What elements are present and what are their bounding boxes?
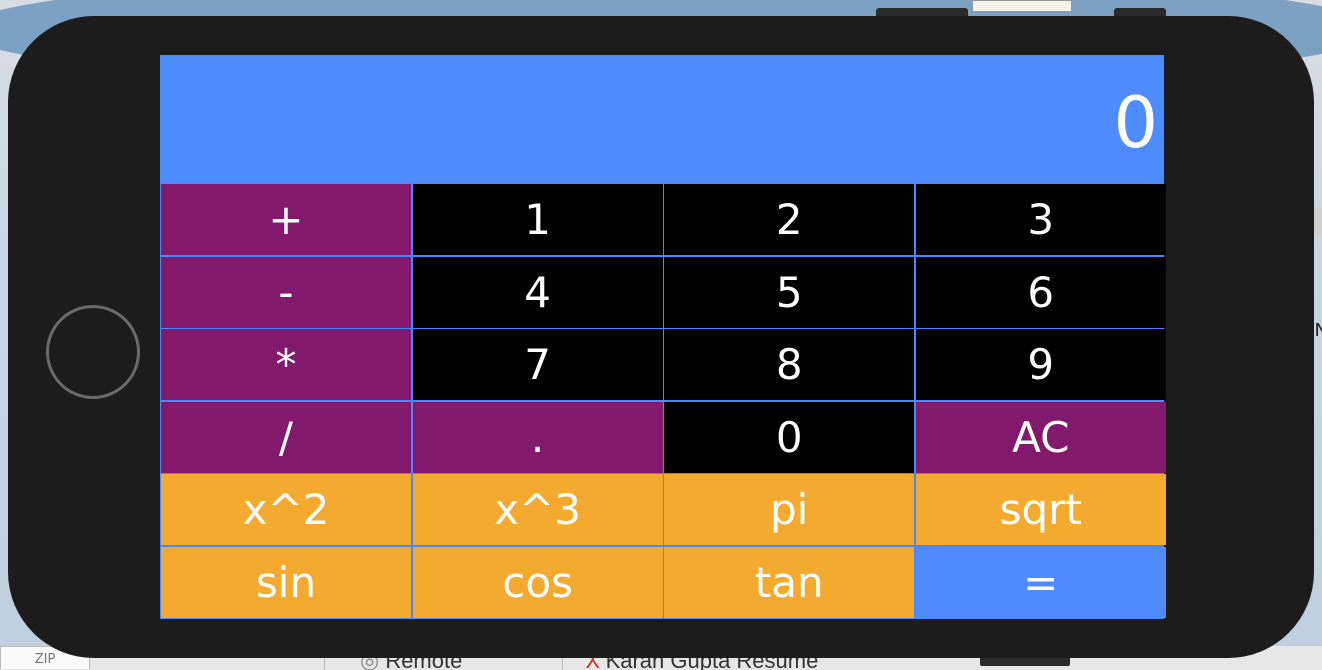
clear-button[interactable]: AC [915,401,1166,473]
digit-4-button[interactable]: 4 [412,256,663,328]
sqrt-button[interactable]: sqrt [915,474,1166,546]
cos-button[interactable]: cos [412,546,663,618]
digit-3-button[interactable]: 3 [915,184,1166,255]
equals-button[interactable]: = [915,546,1166,618]
sin-button[interactable]: sin [161,546,411,618]
calculator-screen: 0 + 1 2 3 - 4 5 6 * 7 8 9 / . 0 AC x^2 x… [160,55,1166,619]
desktop-edge-text: N [1314,320,1322,341]
plus-button[interactable]: + [161,184,411,255]
display-value: 0 [1113,82,1158,164]
home-button[interactable] [46,305,140,399]
desktop-thumbnail [972,0,1072,12]
multiply-button[interactable]: * [161,329,411,401]
digit-9-button[interactable]: 9 [915,329,1166,401]
digit-5-button[interactable]: 5 [664,256,915,328]
keypad: + 1 2 3 - 4 5 6 * 7 8 9 / . 0 AC x^2 x^3… [160,183,1166,619]
decimal-button[interactable]: . [412,401,663,473]
digit-1-button[interactable]: 1 [412,184,663,255]
digit-8-button[interactable]: 8 [664,329,915,401]
pi-button[interactable]: pi [664,474,915,546]
divide-button[interactable]: / [161,401,411,473]
digit-2-button[interactable]: 2 [664,184,915,255]
minus-button[interactable]: - [161,256,411,328]
square-button[interactable]: x^2 [161,474,411,546]
calculator-display: 0 [160,55,1164,183]
digit-6-button[interactable]: 6 [915,256,1166,328]
tan-button[interactable]: tan [664,546,915,618]
digit-7-button[interactable]: 7 [412,329,663,401]
digit-0-button[interactable]: 0 [664,401,915,473]
cube-button[interactable]: x^3 [412,474,663,546]
